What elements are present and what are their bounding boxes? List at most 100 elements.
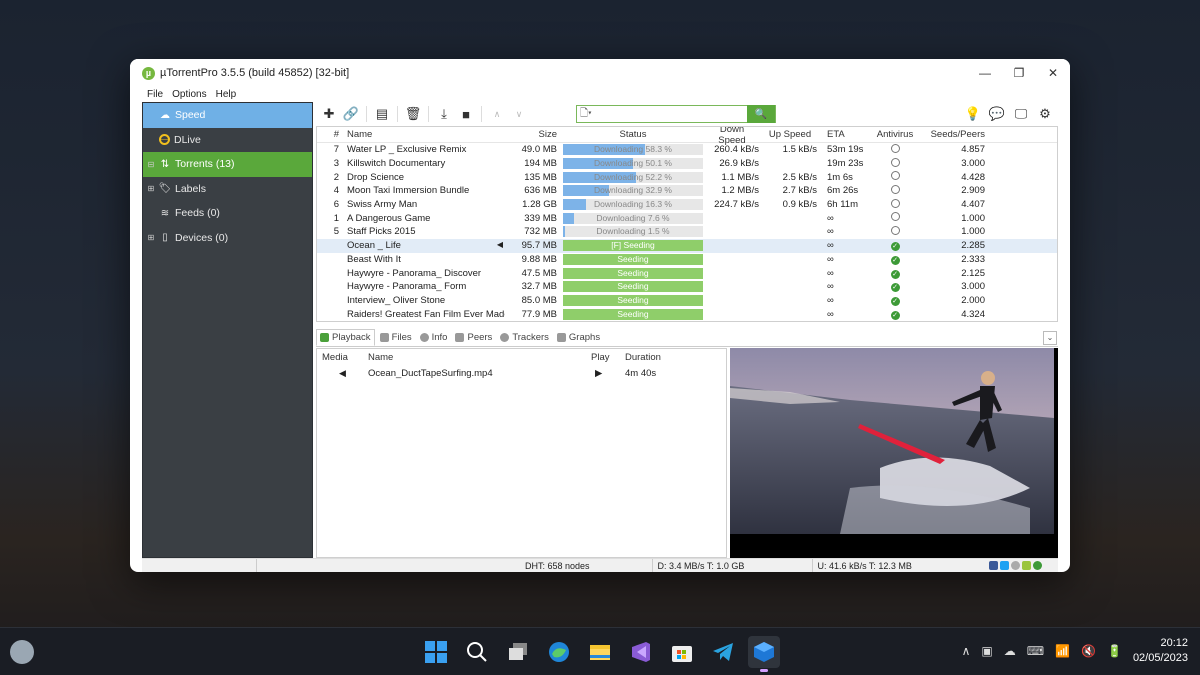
col-media[interactable]: Media: [317, 352, 365, 363]
progress-bar: Seeding: [563, 281, 703, 293]
restore-button[interactable]: ❐: [1002, 59, 1036, 87]
visual-studio-icon[interactable]: [625, 636, 657, 668]
torrent-size: 85.0 MB: [521, 294, 557, 306]
wifi-icon[interactable]: 📶: [1055, 644, 1070, 658]
battery-icon[interactable]: 🔋: [1107, 644, 1122, 658]
app-cube-icon[interactable]: [748, 635, 780, 672]
tab-info[interactable]: Info: [417, 329, 451, 346]
torrent-name-cell: Swiss Army Man: [344, 199, 505, 210]
sidebar-item-dlive[interactable]: — DLive: [143, 127, 312, 152]
clock-icon: [890, 212, 900, 222]
create-torrent-icon[interactable]: ▤: [373, 105, 391, 123]
search-icon[interactable]: [461, 636, 493, 668]
torrent-row[interactable]: Haywyre - Panorama_ Form 32.7 MB Seeding ∞ ✓…: [317, 280, 1057, 294]
app-tray-icon[interactable]: ▣: [981, 644, 992, 658]
sidebar-item-labels[interactable]: ⊞ 🏷 Labels: [143, 177, 312, 202]
sidebar-item-torrents[interactable]: ⊟ ⇅ Torrents (13): [143, 152, 312, 177]
keyboard-icon[interactable]: ⌨: [1027, 644, 1044, 658]
col-size[interactable]: Size: [505, 129, 561, 140]
torrent-row[interactable]: 3 Killswitch Documentary 194 MB Downloading…: [317, 157, 1057, 171]
delete-icon[interactable]: 🗑: [404, 105, 422, 123]
torrents-icon: ⇅: [160, 158, 170, 170]
torrent-row[interactable]: 7 Water LP _ Exclusive Remix 49.0 MB Downlo…: [317, 143, 1057, 157]
facebook-icon[interactable]: [989, 561, 998, 570]
volume-muted-icon[interactable]: 🔇: [1081, 644, 1096, 658]
video-player[interactable]: [730, 348, 1058, 558]
torrent-name: Interview_ Oliver Stone: [347, 294, 446, 306]
device-icon: ▯: [162, 232, 168, 244]
twitter-icon[interactable]: [1000, 561, 1009, 570]
chevron-up-icon[interactable]: ∧: [962, 644, 971, 658]
col-antivirus[interactable]: Antivirus: [865, 129, 925, 140]
stop-icon[interactable]: ■: [457, 105, 475, 123]
collapse-icon[interactable]: ⊟: [147, 160, 155, 169]
tab-files[interactable]: Files: [377, 329, 415, 346]
torrent-name: A Dangerous Game: [347, 212, 431, 224]
tab-playback[interactable]: Playback: [316, 329, 375, 346]
menu-file[interactable]: File: [147, 89, 163, 100]
bulb-icon[interactable]: 💡: [964, 105, 982, 123]
remote-icon[interactable]: 🖵: [1012, 105, 1030, 123]
torrent-row[interactable]: 2 Drop Science 135 MB Downloading 52.2 % 1.1…: [317, 170, 1057, 184]
menu-help[interactable]: Help: [216, 89, 237, 100]
expand-icon[interactable]: ⊞: [147, 184, 155, 193]
tab-peers[interactable]: Peers: [452, 329, 495, 346]
torrent-row[interactable]: 6 Swiss Army Man 1.28 GB Downloading 16.3 %…: [317, 198, 1057, 212]
col-eta[interactable]: ETA: [821, 129, 865, 140]
torrent-row[interactable]: Ocean _ Life ◀ 95.7 MB [F] Seeding ∞ ✓ 2.285: [317, 238, 1057, 253]
col-up-speed[interactable]: Up Speed: [763, 129, 821, 140]
search-input[interactable]: [601, 106, 745, 122]
col-down-speed[interactable]: Down Speed: [705, 127, 763, 146]
status-download: D: 3.4 MB/s T: 1.0 GB: [651, 558, 812, 572]
web-icon[interactable]: [1011, 561, 1020, 570]
menu-options[interactable]: Options: [172, 89, 206, 100]
add-link-icon[interactable]: 🔗: [342, 105, 360, 123]
search-icon[interactable]: 🔍: [747, 105, 775, 123]
task-view-icon[interactable]: [502, 636, 534, 668]
progress-bar: Downloading 50.1 %: [563, 158, 703, 170]
torrent-row[interactable]: Beast With It 9.88 MB Seeding ∞ ✓ 2.333: [317, 253, 1057, 267]
col-name[interactable]: Name: [344, 129, 505, 140]
torrent-row[interactable]: 5 Staff Picks 2015 732 MB Downloading 1.5 %…: [317, 225, 1057, 239]
play-icon[interactable]: ▶: [585, 368, 622, 379]
torrent-row[interactable]: 1 A Dangerous Game 339 MB Downloading 7.6 %…: [317, 211, 1057, 225]
sidebar-item-devices[interactable]: ⊞ ▯ Devices (0): [143, 226, 312, 251]
add-torrent-icon[interactable]: ✚: [320, 105, 338, 123]
windows-start-icon[interactable]: [420, 636, 452, 668]
weather-icon[interactable]: [10, 640, 34, 664]
tab-trackers[interactable]: Trackers: [497, 329, 552, 346]
file-explorer-icon[interactable]: [584, 636, 616, 668]
torrent-row[interactable]: Raiders! Greatest Fan Film Ever Made 77.9…: [317, 307, 1057, 321]
collapse-panel-button[interactable]: ⌄: [1043, 330, 1057, 345]
col-num[interactable]: #: [317, 129, 344, 140]
move-down-icon[interactable]: ∨: [510, 105, 528, 123]
torrent-row[interactable]: 4 Moon Taxi Immersion Bundle 636 MB Downloa…: [317, 184, 1057, 198]
torrent-name-cell: Drop Science: [344, 172, 505, 183]
download-icon[interactable]: ⤓: [435, 105, 453, 123]
clock[interactable]: 20:12 02/05/2023: [1133, 636, 1188, 666]
col-play[interactable]: Play: [585, 352, 622, 363]
store-icon[interactable]: [666, 636, 698, 668]
torrent-row[interactable]: Haywyre - Panorama_ Discover 47.5 MB Seedi…: [317, 266, 1057, 280]
chat-icon[interactable]: 💬: [988, 105, 1006, 123]
sidebar-item-feeds[interactable]: ≋ Feeds (0): [143, 201, 312, 226]
tab-graphs[interactable]: Graphs: [554, 329, 603, 346]
torrent-name: Swiss Army Man: [347, 199, 418, 211]
minimize-button[interactable]: —: [968, 59, 1002, 87]
search-type-dropdown[interactable]: 🗋▾: [577, 106, 601, 123]
file-row[interactable]: ◀ Ocean_DuctTapeSurfing.mp4 ▶ 4m 40s: [317, 365, 726, 381]
edge-icon[interactable]: [543, 636, 575, 668]
onedrive-icon[interactable]: ☁: [1004, 644, 1016, 658]
close-button[interactable]: ✕: [1036, 59, 1070, 87]
move-up-icon[interactable]: ∧: [488, 105, 506, 123]
col-file-name[interactable]: Name: [365, 352, 585, 363]
android-icon[interactable]: [1022, 561, 1031, 570]
sidebar-item-speed[interactable]: ☁ Speed: [143, 103, 312, 128]
gear-icon[interactable]: ⚙: [1036, 105, 1054, 123]
torrent-row[interactable]: Interview_ Oliver Stone 85.0 MB Seeding ∞ ✓ 2…: [317, 294, 1057, 308]
col-seeds-peers[interactable]: Seeds/Peers: [925, 129, 989, 140]
telegram-icon[interactable]: [707, 636, 739, 668]
col-duration[interactable]: Duration: [622, 352, 692, 363]
expand-icon[interactable]: ⊞: [147, 233, 155, 242]
col-status[interactable]: Status: [561, 129, 705, 140]
